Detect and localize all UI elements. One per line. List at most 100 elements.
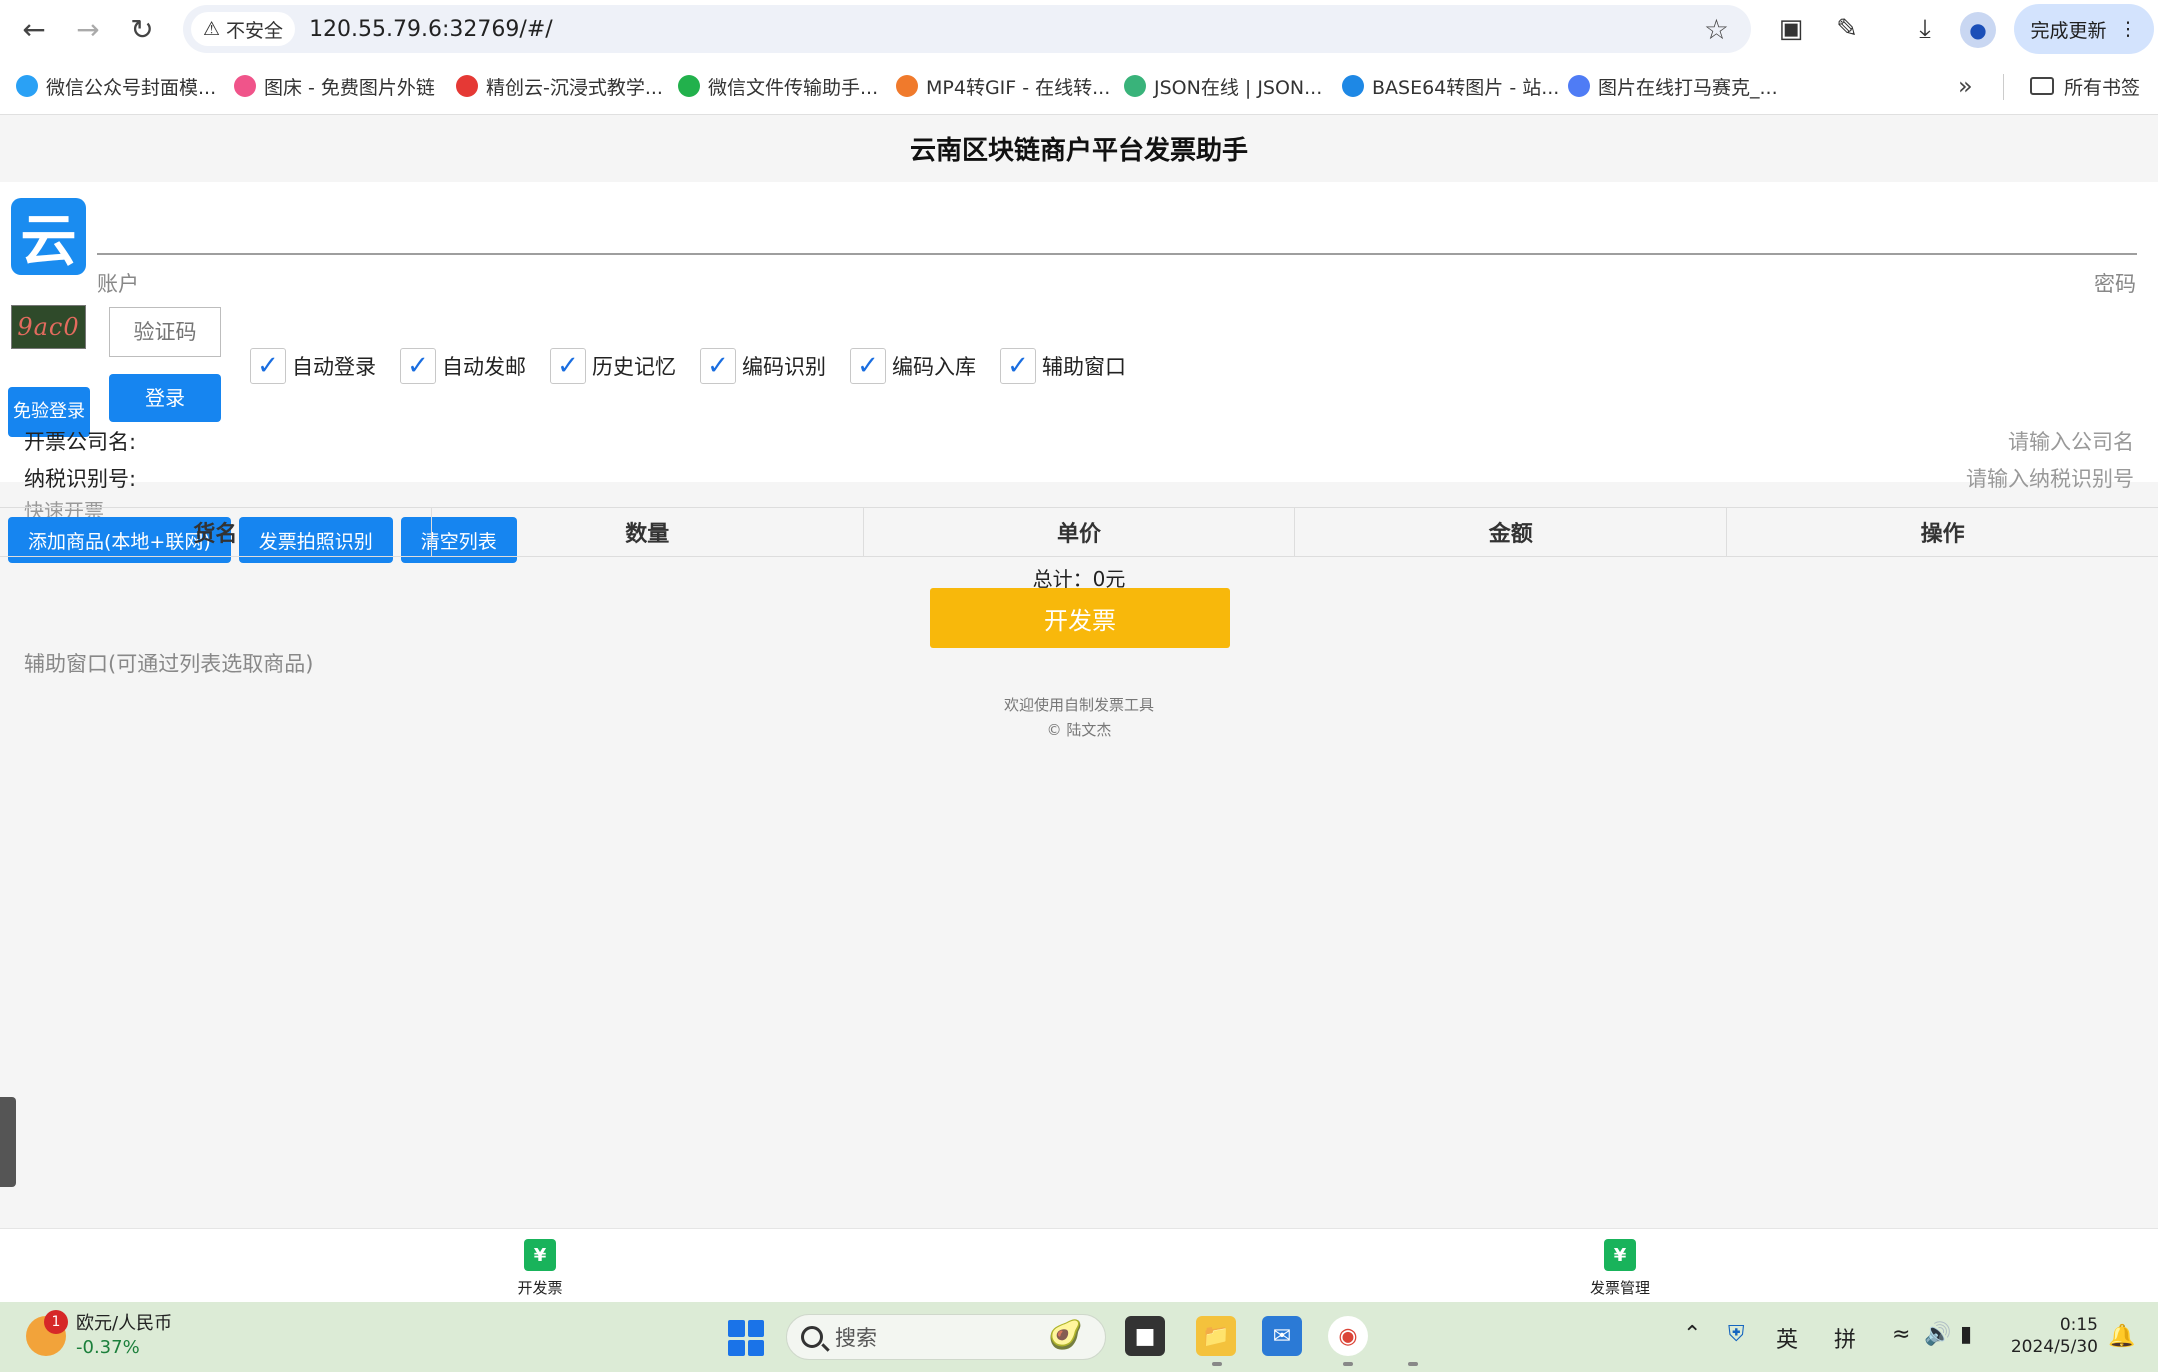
bookmark-item[interactable]: 图片在线打马赛克_... [1568,73,1778,100]
option-checkboxes: ✓ 自动登录 ✓ 自动发邮 ✓ 历史记忆 ✓ 编码识别 ✓ 编码入库 ✓ 辅助窗口 [250,346,1150,386]
aux-window-title: 辅助窗口(可通过列表选取商品) [24,652,314,676]
bookmark-label: 微信文件传输助手... [708,76,879,99]
page-footer: 欢迎使用自制发票工具 © 陆文杰 [0,693,2158,743]
profile-avatar[interactable]: ● [1960,12,1996,48]
all-bookmarks-label: 所有书签 [2064,76,2141,99]
checkmark-icon[interactable]: ✓ [550,348,586,384]
bookmark-favicon-icon [234,75,256,97]
tab-label: 开发票 [517,1279,563,1297]
checkbox-code-store[interactable]: ✓ 编码入库 [850,346,976,386]
side-drag-handle[interactable] [0,1097,16,1187]
search-highlight-icon: 🥑 [1048,1318,1083,1351]
column-header-action: 操作 [1920,522,1965,547]
tab-invoice[interactable]: ¥ 开发票 [480,1239,600,1298]
invoice-manage-icon: ¥ [1604,1239,1636,1271]
checkbox-label: 自动发邮 [442,355,526,379]
invoice-icon: ¥ [524,1239,556,1271]
company-field[interactable]: 开票公司名: 请输入公司名 [24,426,2134,456]
company-label: 开票公司名: [24,430,137,454]
bookmark-item[interactable]: JSON在线 | JSON... [1124,73,1322,100]
clock-time: 0:15 [2059,1315,2098,1335]
update-button[interactable]: 完成更新 ⋮ [2014,4,2154,54]
issue-invoice-button[interactable]: 开发票 [930,588,1230,648]
checkbox-auto-login[interactable]: ✓ 自动登录 [250,346,376,386]
bookmark-star-icon[interactable]: ☆ [1704,13,1729,46]
bookmark-item[interactable]: MP4转GIF - 在线转... [896,73,1110,100]
bookmark-favicon-icon [1342,75,1364,97]
wifi-icon[interactable]: ≈ [1892,1322,1910,1347]
windows-start-icon[interactable] [728,1320,764,1356]
tab-invoice-management[interactable]: ¥ 发票管理 [1560,1239,1680,1298]
address-bar[interactable]: ⚠ 不安全 120.55.79.6:32769/#/ ☆ [183,5,1751,53]
company-input[interactable]: 请输入公司名 [2008,426,2134,456]
checkmark-icon[interactable]: ✓ [400,348,436,384]
login-button[interactable]: 登录 [109,374,221,422]
extension-tab-icon[interactable]: ▣ [1772,10,1810,48]
system-clock[interactable]: 0:15 2024/5/30 [2010,1314,2098,1358]
bookmark-item[interactable]: 图床 - 免费图片外链 [234,73,435,100]
ime-mode[interactable]: 拼 [1834,1322,1856,1354]
captcha-image[interactable]: 9ac0 [11,305,86,349]
bookmark-favicon-icon [896,75,918,97]
tax-id-label: 纳税识别号: [24,467,137,491]
file-explorer-icon[interactable]: 📁 [1196,1316,1236,1356]
update-label: 完成更新 [2030,19,2107,42]
checkmark-icon[interactable]: ✓ [1000,348,1036,384]
page-content: 云南区块链商户平台发票助手 云 账户 密码 9ac0 免验登录 登录 ✓自动登录… [0,115,2158,1229]
bookmark-item[interactable]: 精创云-沉浸式教学... [456,73,663,100]
bookmarks-divider [2003,74,2004,100]
checkmark-icon[interactable]: ✓ [700,348,736,384]
ime-language[interactable]: 英 [1776,1322,1798,1354]
checkbox-history[interactable]: ✓ 历史记忆 [550,346,676,386]
task-view-icon[interactable]: ■ [1125,1316,1165,1356]
back-icon[interactable]: ← [6,1,62,57]
tray-overflow-icon[interactable]: ⌃ [1683,1322,1701,1347]
mail-icon[interactable]: ✉ [1262,1316,1302,1356]
account-input[interactable] [97,253,2137,255]
widget-change: -0.37% [76,1337,140,1358]
bookmark-label: BASE64转图片 - 站... [1372,76,1560,99]
puzzle-icon[interactable]: ✎ [1828,10,1866,48]
warning-icon: ⚠ [203,18,221,40]
bookmark-item[interactable]: 微信公众号封面模... [16,73,216,100]
bookmark-favicon-icon [456,75,478,97]
security-shield-icon[interactable]: ⛨ [1728,1322,1745,1347]
chrome-icon[interactable]: ◉ [1328,1316,1368,1356]
checkbox-code-recognition[interactable]: ✓ 编码识别 [700,346,826,386]
column-header-name: 货名 [0,508,432,556]
widget-title: 欧元/人民币 [76,1313,173,1334]
captcha-input[interactable] [109,307,221,357]
bookmarks-overflow-icon[interactable]: » [1958,72,1973,100]
checkmark-icon[interactable]: ✓ [250,348,286,384]
password-label: 密码 [2094,272,2136,296]
notification-bell-icon[interactable]: 🔔 [2108,1324,2135,1349]
account-label: 账户 [97,272,139,296]
bookmark-item[interactable]: 微信文件传输助手... [678,73,878,100]
bookmark-favicon-icon [678,75,700,97]
bookmark-item[interactable]: BASE64转图片 - 站... [1342,73,1559,100]
security-chip[interactable]: ⚠ 不安全 [191,12,296,46]
checkmark-icon[interactable]: ✓ [850,348,886,384]
tax-id-input[interactable]: 请输入纳税识别号 [1966,463,2134,493]
clock-date: 2024/5/30 [2010,1337,2098,1357]
forward-icon[interactable]: → [60,1,116,57]
volume-icon[interactable]: 🔊 [1924,1322,1951,1347]
bookmark-label: 图片在线打马赛克_... [1598,76,1778,99]
tax-id-field[interactable]: 纳税识别号: 请输入纳税识别号 [24,463,2134,493]
bookmark-favicon-icon [16,75,38,97]
bookmark-label: JSON在线 | JSON... [1154,76,1323,99]
url-text[interactable]: 120.55.79.6:32769/#/ [309,17,553,42]
battery-icon[interactable]: ▮ [1960,1322,1972,1347]
currency-widget[interactable]: 1 欧元/人民币 -0.37% [26,1310,173,1360]
checkbox-label: 编码识别 [742,355,826,379]
checkbox-aux-window[interactable]: ✓ 辅助窗口 [1000,346,1126,386]
download-icon[interactable]: ⤓ [1906,10,1944,48]
bookmark-label: 精创云-沉浸式教学... [486,76,663,99]
checkbox-auto-email[interactable]: ✓ 自动发邮 [400,346,526,386]
all-bookmarks-button[interactable]: 所有书签 [2030,73,2140,100]
reload-icon[interactable]: ↻ [114,1,170,57]
more-menu-icon[interactable]: ⋮ [2119,18,2138,40]
bookmark-favicon-icon [1124,75,1146,97]
bookmarks-bar: 微信公众号封面模... 图床 - 免费图片外链 精创云-沉浸式教学... 微信文… [0,66,2158,106]
footer-welcome: 欢迎使用自制发票工具 [1003,696,1154,714]
